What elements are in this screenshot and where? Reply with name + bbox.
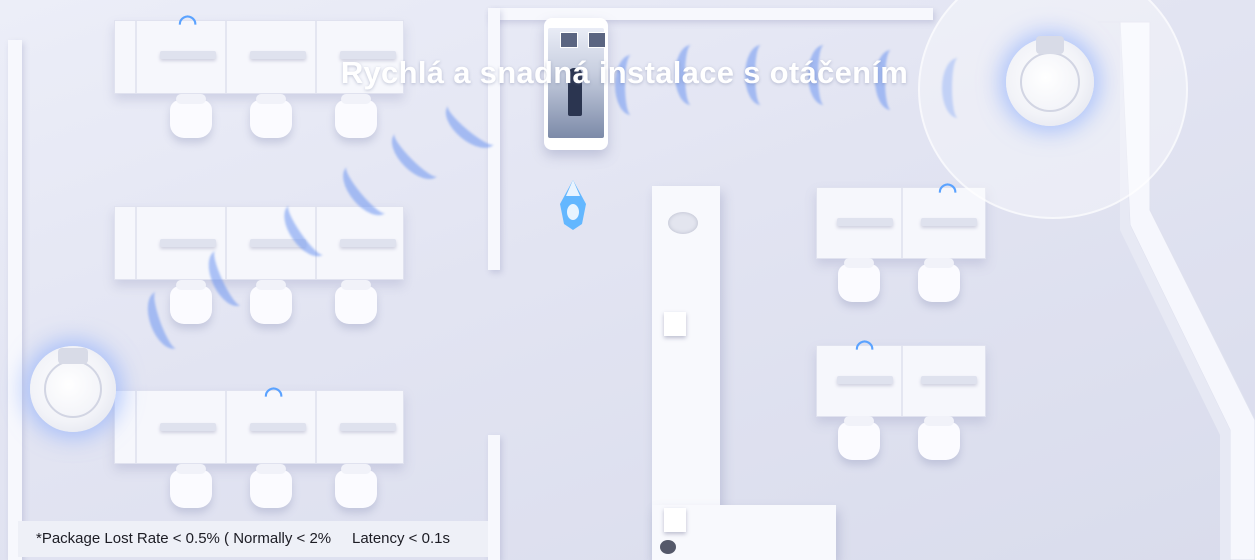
ceiling-access-point-icon [30,346,116,432]
chair [838,258,880,302]
desk-block-right-1 [816,187,986,259]
chair [918,258,960,302]
chair [170,94,212,138]
counter-knob [660,540,676,554]
desk-row-3 [114,390,404,464]
chair [335,464,377,508]
center-wall-lower [488,435,500,560]
chair [335,94,377,138]
signal-wave [383,122,449,188]
desk-row-2 [114,206,404,280]
footnote-text: *Package Lost Rate < 0.5% ( Normally < 2… [36,530,450,547]
counter-device [668,212,698,234]
chair [250,280,292,324]
chair [250,94,292,138]
wifi-icon: ◠ [938,178,958,203]
left-wall [8,40,22,560]
desk-block-right-2 [816,345,986,417]
chair [250,464,292,508]
delivery-robot-icon [560,180,586,230]
banner-title-text: Rychlá a snadná instalace s otáčením [340,55,909,90]
chair [838,416,880,460]
wifi-icon: ◠ [264,382,284,407]
chair [335,280,377,324]
footnote-box: *Package Lost Rate < 0.5% ( Normally < 2… [18,521,488,557]
wifi-icon: ◠ [178,10,198,35]
wifi-icon: ◠ [855,335,875,360]
banner-title: Rychlá a snadná instalace s otáčením [0,55,1255,91]
chair [170,464,212,508]
counter-device [664,508,686,532]
counter-device [664,312,686,336]
office-floorplan-scene: ◠ ◠ ◠ ◠ Rychlá a snadná instalace s otáč… [0,0,1255,560]
chair [918,416,960,460]
reception-counter-vertical [652,186,720,560]
